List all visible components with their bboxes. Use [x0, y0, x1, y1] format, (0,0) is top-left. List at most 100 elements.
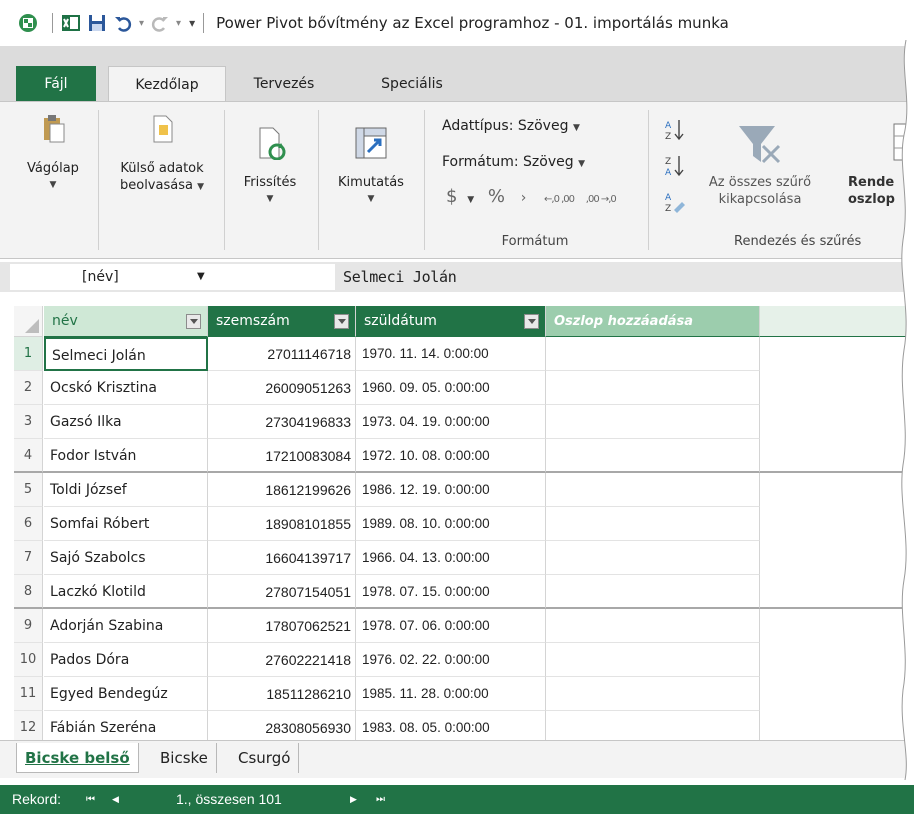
- row-number[interactable]: 1: [14, 337, 43, 371]
- cell-id[interactable]: 18511286210: [208, 677, 356, 711]
- cell-add-column[interactable]: [546, 643, 760, 677]
- format-dropdown[interactable]: Formátum: Szöveg ▼: [442, 154, 585, 170]
- cell-add-column[interactable]: [546, 507, 760, 541]
- cell-id[interactable]: 27602221418: [208, 643, 356, 677]
- clipboard-button[interactable]: Vágólap ▼: [14, 112, 92, 194]
- cell-add-column[interactable]: [546, 371, 760, 405]
- cell-birthdate[interactable]: 1960. 09. 05. 0:00:00: [356, 371, 546, 405]
- cell-birthdate[interactable]: 1970. 11. 14. 0:00:00: [356, 337, 546, 371]
- filter-dropdown-icon[interactable]: [524, 314, 539, 329]
- cell-name[interactable]: Selmeci Jolán: [44, 337, 208, 371]
- clear-all-filters-button[interactable]: Az összes szűrő kikapcsolása: [700, 122, 820, 208]
- currency-button[interactable]: $: [446, 186, 457, 207]
- last-record-button[interactable]: ⏭: [376, 785, 385, 814]
- cell-id[interactable]: 16604139717: [208, 541, 356, 575]
- cell-birthdate[interactable]: 1966. 04. 13. 0:00:00: [356, 541, 546, 575]
- cell-add-column[interactable]: [546, 541, 760, 575]
- sheet-tab-csurgo[interactable]: Csurgó: [230, 743, 300, 773]
- row-number[interactable]: 5: [14, 473, 43, 507]
- cell-add-column[interactable]: [546, 677, 760, 711]
- table-row[interactable]: 2 Ocskó Krisztina 26009051263 1960. 09. 05.…: [14, 371, 914, 405]
- cell-birthdate[interactable]: 1976. 02. 22. 0:00:00: [356, 643, 546, 677]
- cell-id[interactable]: 17807062521: [208, 609, 356, 643]
- chevron-down-icon[interactable]: ▼: [197, 264, 205, 290]
- sort-za-button[interactable]: ZA: [664, 154, 686, 182]
- cell-birthdate[interactable]: 1978. 07. 06. 0:00:00: [356, 609, 546, 643]
- row-number[interactable]: 4: [14, 439, 43, 473]
- table-row[interactable]: 3 Gazsó Ilka 27304196833 1973. 04. 19. 0:00…: [14, 405, 914, 439]
- cell-name[interactable]: Somfai Róbert: [44, 507, 208, 541]
- add-column-header[interactable]: Oszlop hozzáadása: [546, 306, 760, 337]
- table-row[interactable]: 10 Pados Dóra 27602221418 1976. 02. 22. 0:0…: [14, 643, 914, 677]
- column-header-name[interactable]: név: [44, 306, 208, 337]
- sort-az-button[interactable]: AZ: [664, 118, 686, 146]
- filter-dropdown-icon[interactable]: [186, 314, 201, 329]
- undo-icon[interactable]: [113, 13, 133, 33]
- cell-name[interactable]: Sajó Szabolcs: [44, 541, 208, 575]
- cell-id[interactable]: 27807154051: [208, 575, 356, 609]
- column-header-id[interactable]: szemszám: [208, 306, 356, 337]
- table-row[interactable]: 5 Toldi József 18612199626 1986. 12. 19. 0:…: [14, 473, 914, 507]
- cell-name[interactable]: Pados Dóra: [44, 643, 208, 677]
- cell-name[interactable]: Toldi József: [44, 473, 208, 507]
- cell-id[interactable]: 18908101855: [208, 507, 356, 541]
- excel-icon[interactable]: [61, 13, 81, 33]
- decrease-decimal-button[interactable]: ,00 →,0: [586, 194, 617, 205]
- table-row[interactable]: 9 Adorján Szabina 17807062521 1978. 07. 06.…: [14, 609, 914, 643]
- table-row[interactable]: 11 Egyed Bendegúz 18511286210 1985. 11. 28.…: [14, 677, 914, 711]
- row-number[interactable]: 2: [14, 371, 43, 405]
- cell-add-column[interactable]: [546, 405, 760, 439]
- tab-file[interactable]: Fájl: [16, 66, 96, 102]
- cell-name[interactable]: Gazsó Ilka: [44, 405, 208, 439]
- table-row[interactable]: 6 Somfai Róbert 18908101855 1989. 08. 10. 0…: [14, 507, 914, 541]
- cell-name[interactable]: Adorján Szabina: [44, 609, 208, 643]
- cell-add-column[interactable]: [546, 575, 760, 609]
- cell-id[interactable]: 27011146718: [208, 337, 356, 371]
- cell-add-column[interactable]: [546, 473, 760, 507]
- table-row[interactable]: 8 Laczkó Klotild 27807154051 1978. 07. 15. …: [14, 575, 914, 609]
- cell-add-column[interactable]: [546, 337, 760, 371]
- select-all-corner[interactable]: [14, 306, 43, 337]
- row-number[interactable]: 9: [14, 609, 43, 643]
- cell-birthdate[interactable]: 1973. 04. 19. 0:00:00: [356, 405, 546, 439]
- table-row[interactable]: 1 Selmeci Jolán 27011146718 1970. 11. 14. 0…: [14, 337, 914, 371]
- row-number[interactable]: 11: [14, 677, 43, 711]
- cell-birthdate[interactable]: 1989. 08. 10. 0:00:00: [356, 507, 546, 541]
- redo-icon[interactable]: [150, 13, 170, 33]
- power-pivot-icon[interactable]: [18, 13, 38, 33]
- undo-dropdown-icon[interactable]: ▾: [139, 18, 144, 29]
- tab-home[interactable]: Kezdőlap: [108, 66, 226, 102]
- cell-id[interactable]: 26009051263: [208, 371, 356, 405]
- row-number[interactable]: 6: [14, 507, 43, 541]
- column-header-birthdate[interactable]: szüldátum: [356, 306, 546, 337]
- cell-birthdate[interactable]: 1978. 07. 15. 0:00:00: [356, 575, 546, 609]
- increase-decimal-button[interactable]: ←,0 ,00: [544, 194, 575, 205]
- cell-birthdate[interactable]: 1972. 10. 08. 0:00:00: [356, 439, 546, 473]
- data-type-dropdown[interactable]: Adattípus: Szöveg ▼: [442, 118, 580, 134]
- pivot-table-button[interactable]: Kimutatás ▼: [324, 126, 418, 208]
- cell-id[interactable]: 18612199626: [208, 473, 356, 507]
- row-number[interactable]: 7: [14, 541, 43, 575]
- cell-name[interactable]: Ocskó Krisztina: [44, 371, 208, 405]
- name-box[interactable]: [név] ▼: [10, 264, 335, 290]
- cell-birthdate[interactable]: 1986. 12. 19. 0:00:00: [356, 473, 546, 507]
- redo-dropdown-icon[interactable]: ▾: [176, 18, 181, 29]
- save-icon[interactable]: [87, 13, 107, 33]
- get-external-data-button[interactable]: Külső adatok beolvasása ▼: [102, 112, 222, 196]
- row-number[interactable]: 8: [14, 575, 43, 609]
- previous-record-button[interactable]: ◀: [112, 785, 119, 814]
- cell-id[interactable]: 17210083084: [208, 439, 356, 473]
- cell-add-column[interactable]: [546, 439, 760, 473]
- clear-sort-button[interactable]: AZ: [664, 190, 686, 218]
- percent-button[interactable]: %: [488, 186, 505, 207]
- chevron-down-icon[interactable]: ▼: [467, 195, 474, 205]
- row-number[interactable]: 3: [14, 405, 43, 439]
- customize-qat-icon[interactable]: ▾: [189, 16, 195, 30]
- cell-name[interactable]: Egyed Bendegúz: [44, 677, 208, 711]
- table-row[interactable]: 4 Fodor István 17210083084 1972. 10. 08. 0:…: [14, 439, 914, 473]
- sheet-tab-bicske[interactable]: Bicske: [152, 743, 217, 773]
- sheet-tab-bicske-belso[interactable]: Bicske belső: [16, 743, 139, 773]
- next-record-button[interactable]: ▶: [350, 785, 357, 814]
- formula-value[interactable]: Selmeci Jolán: [343, 264, 457, 290]
- cell-add-column[interactable]: [546, 609, 760, 643]
